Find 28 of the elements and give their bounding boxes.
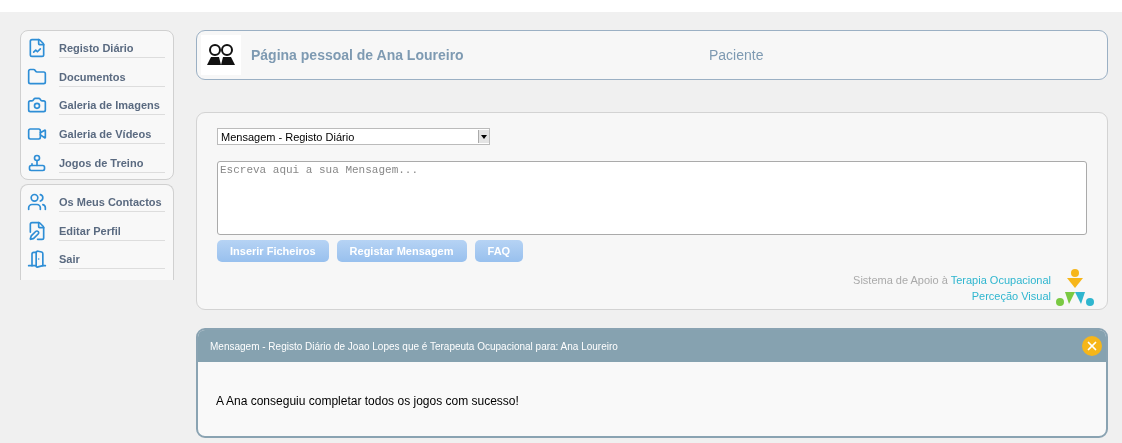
- chart-document-icon: [27, 38, 47, 59]
- menu-item[interactable]: Editar Perfil: [27, 216, 165, 246]
- message-title: Mensagem - Registo Diário de Joao Lopes que é Terapeuta Ocupacional para: Ana Loureiro: [210, 340, 618, 352]
- menu-item[interactable]: Jogos de Treino: [27, 148, 165, 177]
- folder-icon: [27, 66, 47, 87]
- edit-document-icon: [27, 220, 47, 241]
- joystick-icon: [27, 152, 47, 173]
- user-role: Paciente: [709, 47, 764, 63]
- message-type-select[interactable]: Mensagem - Registo Diário: [217, 128, 490, 145]
- message-field[interactable]: Escreva aqui a sua Mensagem...: [217, 161, 1087, 235]
- system-subtitle: Perceção Visual: [971, 289, 1051, 304]
- menu-item[interactable]: Documentos: [27, 62, 165, 92]
- menu-item[interactable]: Registo Diário: [27, 34, 165, 63]
- menu-item[interactable]: Galeria de Vídeos: [27, 119, 165, 149]
- menu-item[interactable]: Os Meus Contactos: [27, 187, 165, 217]
- message-text: A Ana conseguiu completar todos os jogos com sucesso!: [216, 394, 520, 408]
- close-icon: [1085, 339, 1099, 353]
- page-title: Página pessoal de Ana Loureiro: [251, 47, 465, 63]
- people-icon: [27, 192, 47, 213]
- exit-door-icon: [27, 249, 47, 270]
- logo-icon: [1055, 268, 1095, 308]
- camera-icon: [27, 95, 47, 116]
- children-icon: [201, 35, 241, 75]
- close-button[interactable]: [1082, 336, 1102, 356]
- menu-item[interactable]: Galeria de Imagens: [27, 91, 165, 120]
- dropdown-arrow-icon: [481, 134, 487, 139]
- menu-item[interactable]: Sair: [27, 245, 165, 274]
- system-name: Sistema de Apoio à Terapia Ocupacional: [853, 273, 1051, 288]
